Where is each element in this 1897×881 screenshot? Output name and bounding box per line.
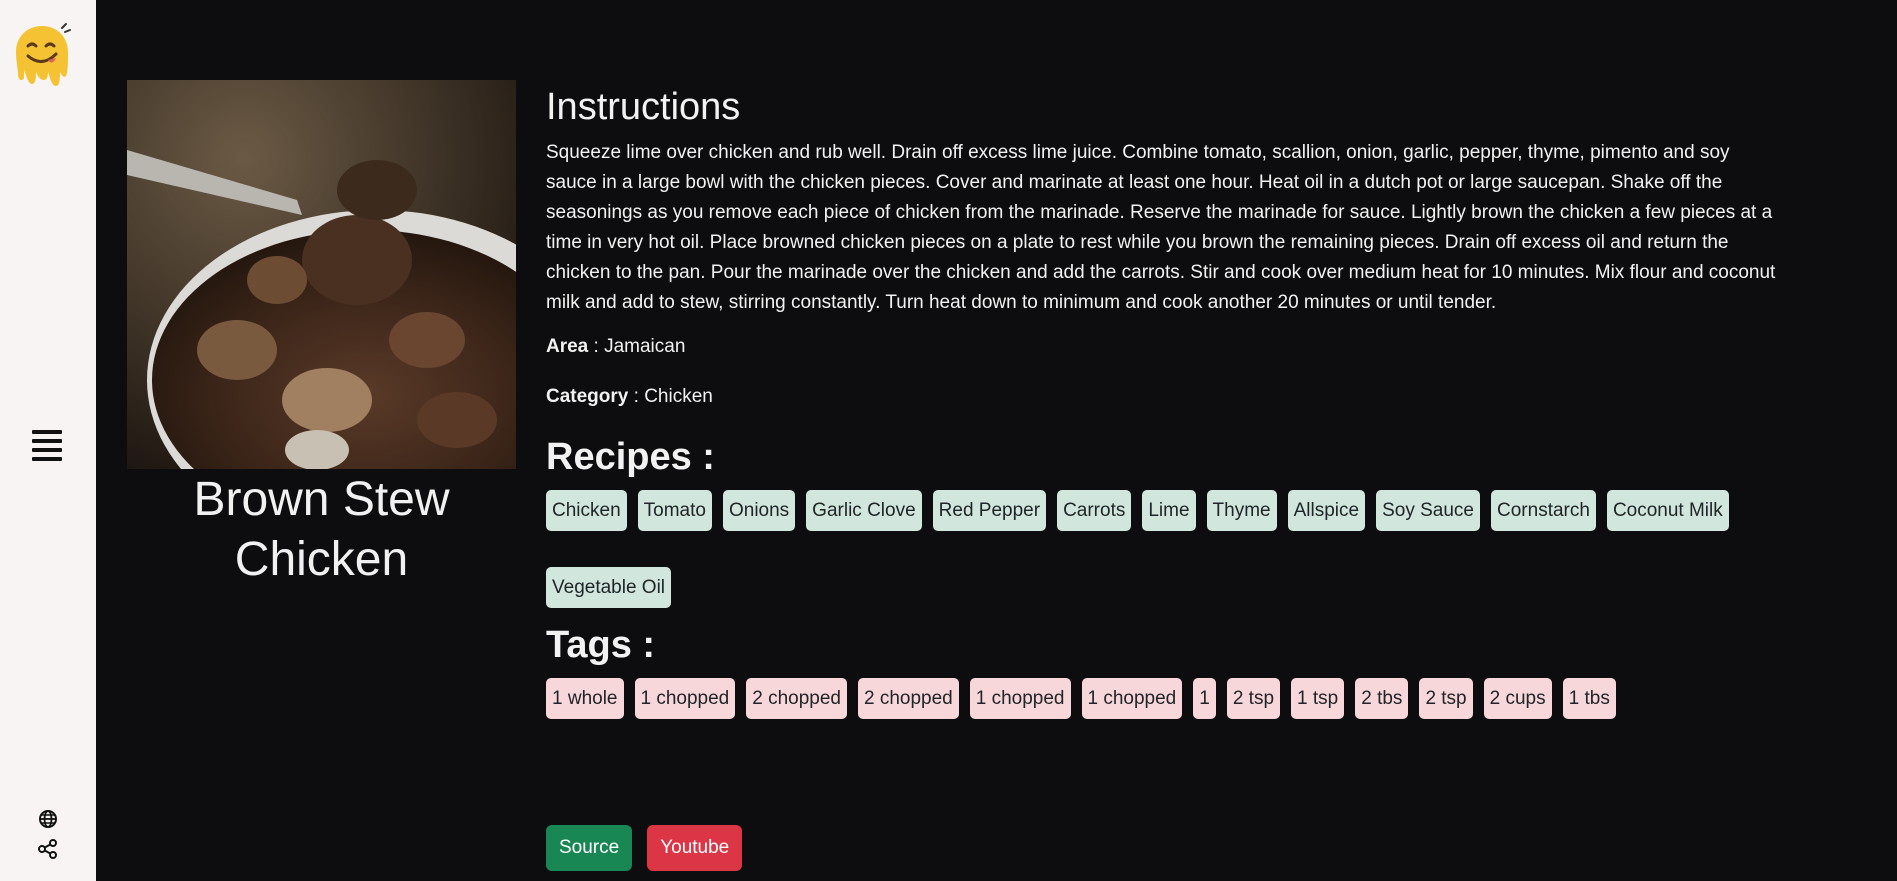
tag-badge: 2 tsp xyxy=(1226,678,1281,719)
meal-image xyxy=(127,80,516,469)
source-button[interactable]: Source xyxy=(546,825,633,871)
youtube-button[interactable]: Youtube xyxy=(647,825,743,871)
ingredient-badge: Vegetable Oil xyxy=(546,567,672,608)
category-line: Category : Chicken xyxy=(546,382,1776,412)
meal-title: Brown Stew Chicken xyxy=(193,473,450,586)
ingredient-badge: Tomato xyxy=(637,490,712,531)
area-separator: : xyxy=(588,336,605,357)
ingredient-badge: Carrots xyxy=(1057,490,1132,531)
tag-badge: 2 cups xyxy=(1483,678,1552,719)
category-value: Chicken xyxy=(644,386,713,407)
ingredient-badge: Lime xyxy=(1142,490,1196,531)
tag-badge: 1 chopped xyxy=(1081,678,1183,719)
action-buttons: Source Youtube xyxy=(546,825,743,871)
ingredient-badge: Allspice xyxy=(1287,490,1366,531)
smiling-melting-face-logo-icon[interactable] xyxy=(12,22,72,92)
tags-heading: Tags : xyxy=(546,624,656,666)
tag-badge: 2 chopped xyxy=(746,678,847,719)
tag-badge: 1 tsp xyxy=(1291,678,1345,719)
ingredient-badge: Cornstarch xyxy=(1491,490,1596,531)
tag-badge: 1 chopped xyxy=(969,678,1071,719)
tag-badge: 2 chopped xyxy=(858,678,959,719)
area-label: Area xyxy=(546,336,589,357)
ingredient-badge: Soy Sauce xyxy=(1376,490,1481,531)
tag-badge: 1 xyxy=(1193,678,1216,719)
ingredient-badge: Red Pepper xyxy=(932,490,1047,531)
meal-details: Instructions Squeeze lime over chicken a… xyxy=(546,80,1776,725)
category-label: Category xyxy=(546,386,629,407)
tag-badge: 2 tbs xyxy=(1355,678,1409,719)
tag-badge: 1 tbs xyxy=(1562,678,1616,719)
recipes-heading: Recipes : xyxy=(546,436,715,478)
area-line: Area : Jamaican xyxy=(546,332,1776,362)
instructions-heading: Instructions xyxy=(546,86,741,128)
ingredient-badge: Onions xyxy=(722,490,796,531)
area-value: Jamaican xyxy=(604,336,686,357)
tag-badge: 1 chopped xyxy=(634,678,736,719)
ingredient-badge: Garlic Clove xyxy=(806,490,922,531)
ingredient-badge: Coconut Milk xyxy=(1606,490,1729,531)
ingredient-badge: Chicken xyxy=(546,490,627,531)
tag-badge: 2 tsp xyxy=(1419,678,1473,719)
ingredient-badge: Thyme xyxy=(1206,490,1277,531)
category-separator: : xyxy=(628,386,645,407)
sidebar xyxy=(0,0,96,881)
instructions-text: Squeeze lime over chicken and rub well. … xyxy=(546,142,1776,313)
hamburger-menu-icon[interactable] xyxy=(32,430,64,462)
share-icon[interactable] xyxy=(38,839,58,859)
tag-list: 1 whole 1 chopped 2 chopped 2 chopped 1 … xyxy=(546,678,1776,719)
globe-icon[interactable] xyxy=(38,809,58,829)
tag-badge: 1 whole xyxy=(546,678,624,719)
